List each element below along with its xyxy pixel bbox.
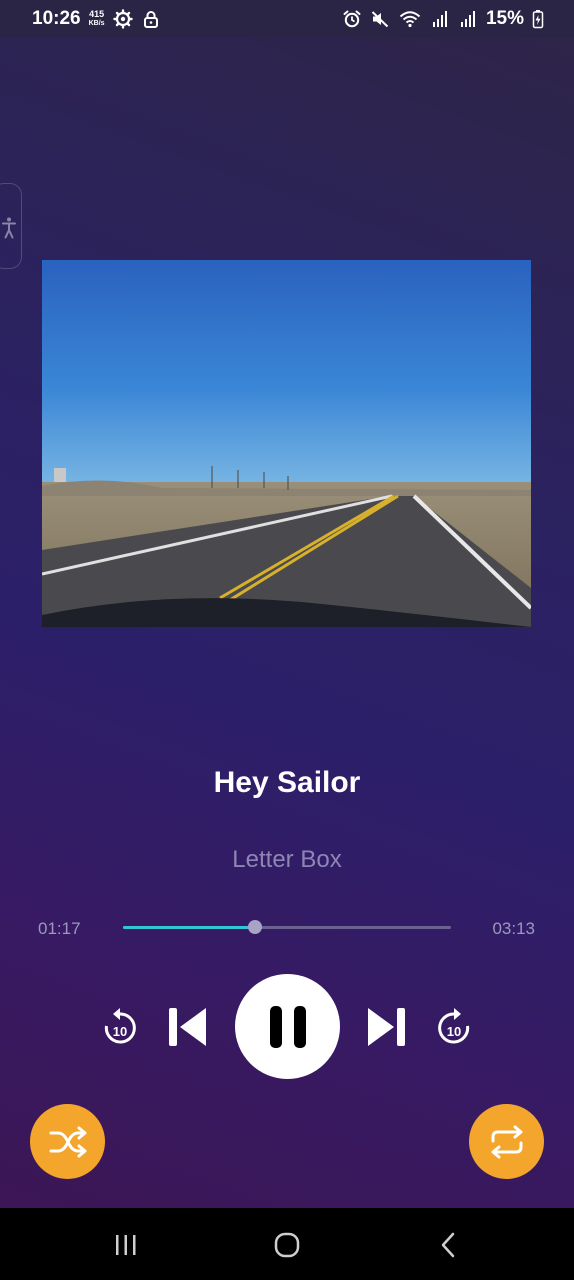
lock-icon: [143, 11, 158, 28]
forward-seconds: 10: [447, 1024, 461, 1039]
battery-charging-icon: [532, 10, 544, 29]
shuffle-icon: [49, 1126, 86, 1157]
song-artist: Letter Box: [232, 846, 342, 873]
elapsed-time: 01:17: [38, 919, 81, 938]
album-art-image: [42, 260, 531, 627]
recents-icon: [116, 1235, 136, 1255]
signal-icon: [432, 11, 447, 27]
alarm-icon: [343, 10, 361, 28]
seek-bar[interactable]: [123, 920, 451, 934]
total-time: 03:13: [492, 919, 535, 938]
wifi-icon: [399, 11, 421, 28]
skip-previous-icon: [169, 1008, 206, 1046]
back-icon: [441, 1232, 455, 1258]
back-button[interactable]: [428, 1228, 468, 1262]
pause-button[interactable]: [235, 974, 340, 1079]
status-bar: 10:26 415 KB/s 15%: [0, 0, 574, 38]
seek-bar-thumb[interactable]: [248, 920, 263, 934]
repeat-button[interactable]: [469, 1104, 544, 1179]
mute-icon: [371, 11, 389, 28]
status-time: 10:26: [32, 8, 81, 29]
network-speed-unit: KB/s: [88, 20, 105, 27]
home-button[interactable]: [267, 1228, 307, 1262]
song-title: Hey Sailor: [213, 766, 361, 799]
recents-button[interactable]: [106, 1228, 146, 1262]
previous-track-button[interactable]: [166, 1006, 210, 1048]
rewind-10-icon: 10: [104, 1008, 136, 1044]
signal-icon: [460, 11, 475, 27]
seek-bar-progress: [123, 926, 256, 929]
network-speed-value: 415: [89, 9, 105, 19]
battery-percent: 15%: [485, 8, 524, 29]
system-nav-bar: [0, 1208, 574, 1280]
forward-10-button[interactable]: 10: [434, 1006, 474, 1050]
accessibility-side-tab[interactable]: [0, 183, 22, 269]
status-left: 10:26 415 KB/s: [32, 8, 161, 30]
status-right: 15%: [342, 8, 544, 30]
pause-icon: [269, 1005, 306, 1048]
settings-gear-icon: [112, 9, 133, 29]
skip-next-icon: [368, 1008, 405, 1046]
home-icon: [274, 1232, 300, 1258]
next-track-button[interactable]: [364, 1006, 408, 1048]
accessibility-icon: [2, 217, 16, 239]
network-speed: 415 KB/s: [89, 10, 105, 28]
repeat-icon: [491, 1125, 522, 1158]
shuffle-button[interactable]: [30, 1104, 105, 1179]
rewind-seconds: 10: [113, 1024, 127, 1039]
rewind-10-button[interactable]: 10: [100, 1006, 140, 1050]
forward-10-icon: 10: [438, 1008, 470, 1044]
album-art: [42, 260, 531, 627]
